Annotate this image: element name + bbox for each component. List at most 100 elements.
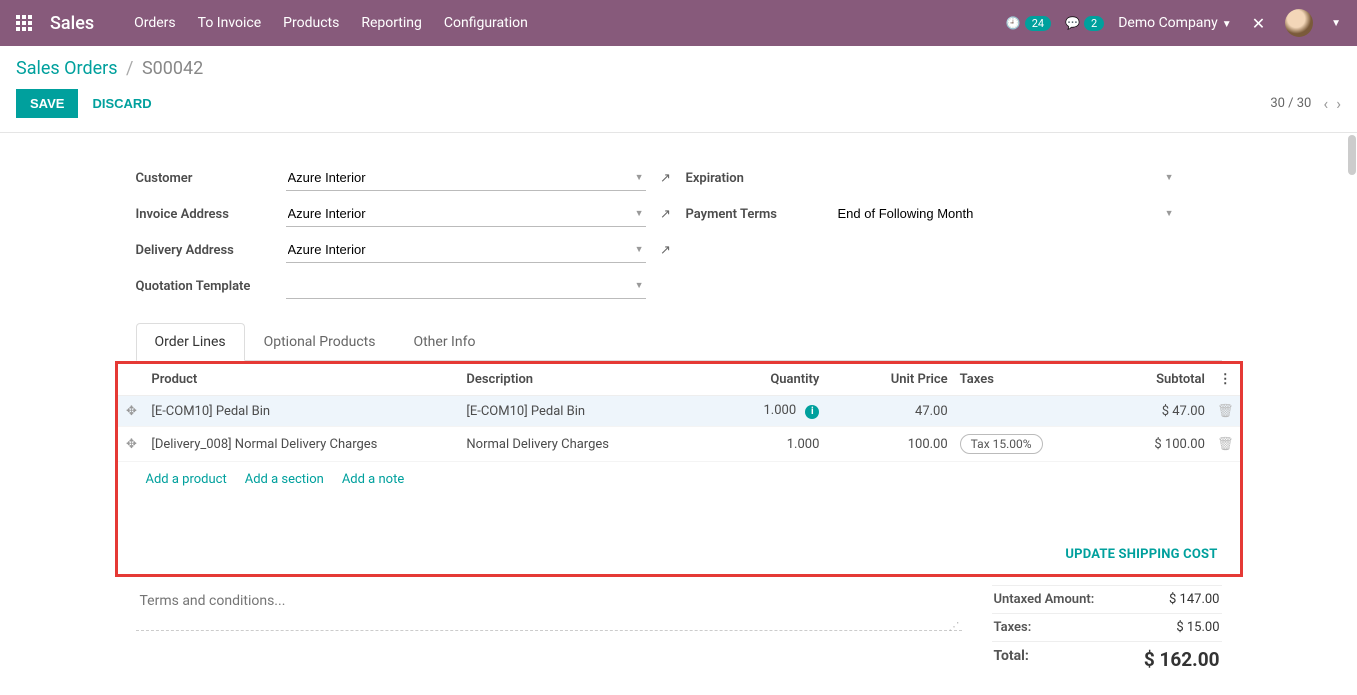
- external-link-icon[interactable]: ↗: [646, 171, 686, 186]
- resize-handle-icon[interactable]: ⋰: [949, 620, 960, 633]
- external-link-icon[interactable]: ↗: [646, 243, 686, 258]
- breadcrumb-root[interactable]: Sales Orders: [16, 58, 118, 79]
- col-subtotal: Subtotal: [1102, 364, 1211, 396]
- tab-optional-products[interactable]: Optional Products: [245, 323, 395, 360]
- nav-to-invoice[interactable]: To Invoice: [198, 15, 262, 31]
- pager: 30 / 30 ‹ ›: [1270, 94, 1341, 113]
- line-taxes[interactable]: [954, 396, 1102, 427]
- breadcrumb-current: S00042: [142, 58, 203, 79]
- company-name: Demo Company: [1118, 15, 1218, 31]
- totals-box: Untaxed Amount: $ 147.00 Taxes: $ 15.00 …: [992, 585, 1222, 677]
- line-product[interactable]: [Delivery_008] Normal Delivery Charges: [145, 427, 460, 462]
- total-label: Total:: [994, 648, 1029, 671]
- activities-count: 24: [1025, 16, 1051, 31]
- pager-counter[interactable]: 30 / 30: [1270, 96, 1311, 111]
- form-grid: Customer ▼ ↗ Expiration ▼ Invoice Addres…: [136, 165, 1222, 299]
- order-line-row[interactable]: ✥ [E-COM10] Pedal Bin [E-COM10] Pedal Bi…: [118, 396, 1240, 427]
- label-payment-terms: Payment Terms: [686, 207, 836, 222]
- add-section-link[interactable]: Add a section: [245, 472, 324, 487]
- label-customer: Customer: [136, 171, 286, 186]
- col-description: Description: [460, 364, 706, 396]
- navbar-right: 🕘 24 💬 2 Demo Company ▼ ✕ ▼: [1006, 9, 1341, 37]
- taxes-label: Taxes:: [994, 620, 1032, 635]
- user-menu-caret-icon[interactable]: ▼: [1331, 18, 1341, 29]
- quotation-template-field[interactable]: [286, 273, 646, 299]
- tab-other-info[interactable]: Other Info: [394, 323, 494, 360]
- taxes-value: $ 15.00: [1176, 620, 1219, 635]
- col-product: Product: [145, 364, 460, 396]
- trash-icon[interactable]: 🗑: [1217, 404, 1234, 419]
- nav-reporting[interactable]: Reporting: [361, 15, 422, 31]
- action-row: SAVE DISCARD 30 / 30 ‹ ›: [0, 81, 1357, 133]
- line-qty[interactable]: 1.000: [707, 427, 826, 462]
- expiration-field[interactable]: [836, 165, 1176, 191]
- add-product-link[interactable]: Add a product: [146, 472, 227, 487]
- top-navbar: Sales Orders To Invoice Products Reporti…: [0, 0, 1357, 46]
- untaxed-label: Untaxed Amount:: [994, 592, 1095, 607]
- scrollbar[interactable]: [1347, 133, 1357, 695]
- label-quotation-template: Quotation Template: [136, 279, 286, 294]
- notebook-tabs: Order Lines Optional Products Other Info: [136, 323, 1222, 361]
- activities-button[interactable]: 🕘 24: [1006, 16, 1051, 31]
- col-taxes: Taxes: [954, 364, 1102, 396]
- update-shipping-button[interactable]: UPDATE SHIPPING COST: [1065, 547, 1217, 562]
- form-sheet-wrap: Customer ▼ ↗ Expiration ▼ Invoice Addres…: [0, 133, 1357, 695]
- pager-next-icon[interactable]: ›: [1336, 94, 1341, 113]
- bottom-row: ⋰ Untaxed Amount: $ 147.00 Taxes: $ 15.0…: [136, 585, 1222, 677]
- company-switcher[interactable]: Demo Company ▼: [1118, 15, 1231, 31]
- line-subtotal: $ 47.00: [1102, 396, 1211, 427]
- col-unit-price: Unit Price: [825, 364, 953, 396]
- discard-button[interactable]: DISCARD: [92, 96, 151, 111]
- line-price[interactable]: 47.00: [825, 396, 953, 427]
- line-description[interactable]: [E-COM10] Pedal Bin: [460, 396, 706, 427]
- line-qty[interactable]: 1.000 i: [707, 396, 826, 427]
- nav-orders[interactable]: Orders: [134, 15, 176, 31]
- order-lines-highlight: Product Description Quantity Unit Price …: [115, 361, 1243, 577]
- label-expiration: Expiration: [686, 171, 836, 186]
- untaxed-value: $ 147.00: [1169, 592, 1220, 607]
- pager-prev-icon[interactable]: ‹: [1323, 94, 1328, 113]
- update-shipping-row: UPDATE SHIPPING COST: [118, 547, 1240, 574]
- delivery-address-field[interactable]: [286, 237, 646, 263]
- nav-configuration[interactable]: Configuration: [444, 15, 528, 31]
- breadcrumb: Sales Orders / S00042: [16, 58, 1341, 79]
- tax-chip[interactable]: Tax 15.00%: [960, 434, 1043, 454]
- save-button[interactable]: SAVE: [16, 89, 78, 118]
- customer-field[interactable]: [286, 165, 646, 191]
- form-sheet: Customer ▼ ↗ Expiration ▼ Invoice Addres…: [114, 151, 1244, 677]
- label-delivery-address: Delivery Address: [136, 243, 286, 258]
- order-lines-table: Product Description Quantity Unit Price …: [118, 364, 1240, 462]
- close-button[interactable]: ✕: [1246, 14, 1271, 33]
- caret-down-icon: ▼: [1222, 19, 1232, 30]
- line-product[interactable]: [E-COM10] Pedal Bin: [145, 396, 460, 427]
- line-description[interactable]: Normal Delivery Charges: [460, 427, 706, 462]
- line-subtotal: $ 100.00: [1102, 427, 1211, 462]
- nav-products[interactable]: Products: [283, 15, 339, 31]
- invoice-address-field[interactable]: [286, 201, 646, 227]
- terms-wrap: ⋰: [136, 585, 962, 635]
- tab-order-lines[interactable]: Order Lines: [136, 323, 245, 361]
- col-kebab-icon[interactable]: ⋮: [1211, 364, 1240, 396]
- terms-textarea[interactable]: [136, 585, 962, 631]
- user-avatar[interactable]: [1285, 9, 1313, 37]
- total-value: $ 162.00: [1144, 648, 1220, 671]
- breadcrumb-row: Sales Orders / S00042: [0, 46, 1357, 81]
- chat-icon: 💬: [1065, 16, 1080, 30]
- label-invoice-address: Invoice Address: [136, 207, 286, 222]
- add-note-link[interactable]: Add a note: [342, 472, 404, 487]
- messages-button[interactable]: 💬 2: [1065, 16, 1104, 31]
- payment-terms-field[interactable]: [836, 201, 1176, 227]
- order-line-row[interactable]: ✥ [Delivery_008] Normal Delivery Charges…: [118, 427, 1240, 462]
- messages-count: 2: [1084, 16, 1104, 31]
- info-icon[interactable]: i: [805, 405, 819, 419]
- external-link-icon[interactable]: ↗: [646, 207, 686, 222]
- line-price[interactable]: 100.00: [825, 427, 953, 462]
- drag-handle-icon[interactable]: ✥: [118, 427, 146, 462]
- trash-icon[interactable]: 🗑: [1217, 437, 1234, 452]
- drag-handle-icon[interactable]: ✥: [118, 396, 146, 427]
- nav-items: Orders To Invoice Products Reporting Con…: [134, 15, 528, 31]
- apps-menu-icon[interactable]: [16, 15, 32, 31]
- line-taxes[interactable]: Tax 15.00%: [954, 427, 1102, 462]
- app-brand[interactable]: Sales: [50, 13, 94, 34]
- clock-icon: 🕘: [1006, 16, 1021, 30]
